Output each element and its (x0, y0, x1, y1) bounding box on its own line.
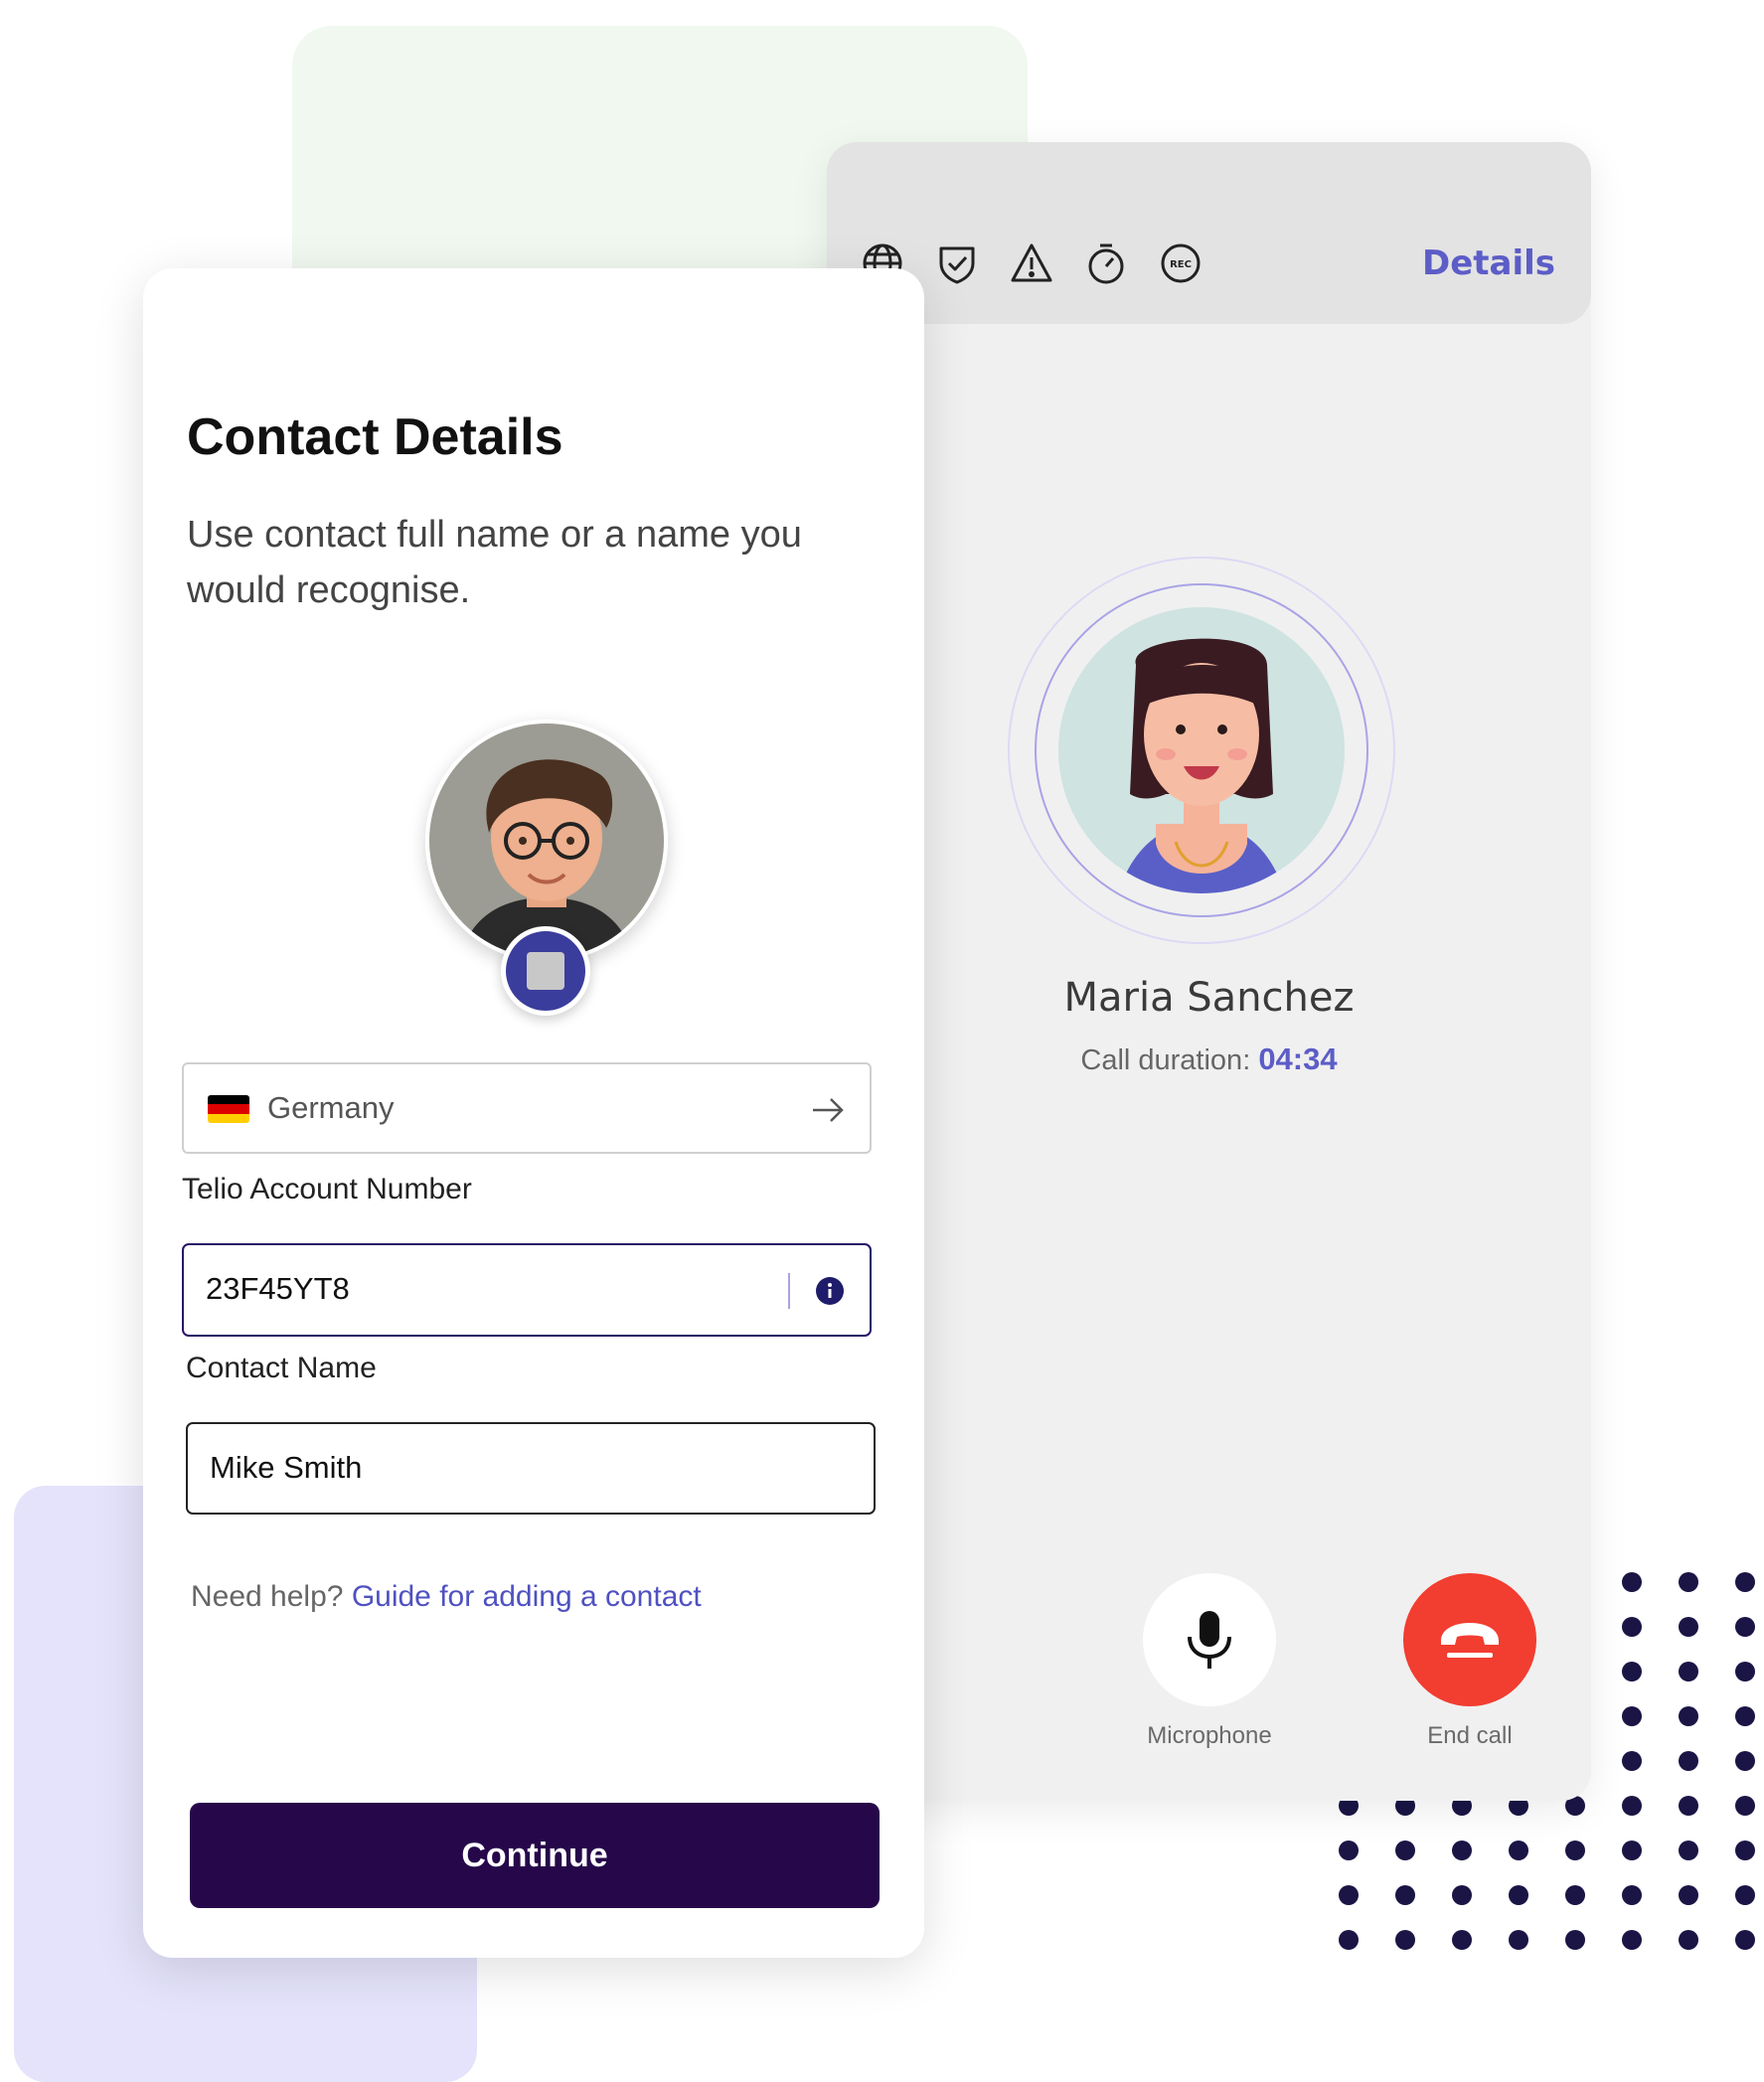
rec-icon-text: REC (1170, 259, 1192, 270)
microphone-button[interactable] (1143, 1573, 1276, 1706)
decorative-dot (1622, 1706, 1642, 1726)
decorative-dot (1339, 1841, 1359, 1860)
account-number-value: 23F45YT8 (206, 1271, 350, 1306)
decorative-dot (1735, 1751, 1755, 1771)
text-caret (788, 1273, 790, 1309)
help-text: Need help? Guide for adding a contact (191, 1580, 702, 1614)
decorative-dot (1565, 1885, 1585, 1905)
call-duration-value: 04:34 (1258, 1041, 1338, 1076)
account-number-label: Telio Account Number (182, 1173, 472, 1205)
country-select[interactable]: Germany (182, 1062, 872, 1154)
end-call-icon (1441, 1623, 1499, 1658)
decorative-dot (1565, 1930, 1585, 1950)
decorative-dot (1622, 1796, 1642, 1816)
warning-icon[interactable] (1010, 241, 1053, 285)
decorative-dot (1735, 1796, 1755, 1816)
rec-icon[interactable]: REC (1159, 241, 1203, 285)
caller-name: Maria Sanchez (1063, 975, 1355, 1021)
decorative-dot (1509, 1841, 1528, 1860)
decorative-dot (1679, 1930, 1698, 1950)
help-prefix: Need help? (191, 1580, 344, 1613)
contact-name-value: Mike Smith (210, 1450, 363, 1485)
decorative-dot (1509, 1930, 1528, 1950)
arrow-right-icon (813, 1098, 844, 1122)
decorative-dot (1735, 1617, 1755, 1637)
microphone-icon (1188, 1611, 1231, 1669)
timer-icon[interactable] (1084, 241, 1128, 285)
decorative-dot (1509, 1885, 1528, 1905)
decorative-dot (1395, 1885, 1415, 1905)
contact-name-label: Contact Name (186, 1352, 377, 1384)
end-call-button[interactable] (1403, 1573, 1536, 1706)
caller-avatar (1007, 556, 1396, 945)
contact-name-input[interactable]: Mike Smith (186, 1422, 876, 1515)
decorative-dot (1735, 1706, 1755, 1726)
germany-flag-icon (208, 1095, 249, 1123)
image-placeholder-icon (527, 952, 564, 990)
decorative-dot (1339, 1885, 1359, 1905)
account-number-input[interactable]: 23F45YT8 (182, 1243, 872, 1337)
end-call-label: End call (1427, 1722, 1513, 1749)
decorative-dot (1735, 1930, 1755, 1950)
decorative-dot (1622, 1617, 1642, 1637)
decorative-dot (1735, 1572, 1755, 1592)
decorative-dot (1622, 1662, 1642, 1682)
decorative-dot (1679, 1662, 1698, 1682)
decorative-dot (1679, 1572, 1698, 1592)
decorative-dot (1679, 1885, 1698, 1905)
decorative-dot (1679, 1617, 1698, 1637)
details-link[interactable]: Details (1422, 243, 1555, 283)
decorative-dot (1452, 1841, 1472, 1860)
decorative-dot (1735, 1885, 1755, 1905)
decorative-dot (1679, 1841, 1698, 1860)
call-duration-label: Call duration: (1080, 1044, 1251, 1076)
decorative-dot (1395, 1841, 1415, 1860)
guide-link[interactable]: Guide for adding a contact (352, 1580, 702, 1613)
microphone-label: Microphone (1147, 1722, 1272, 1749)
call-status-bar: REC Details (827, 142, 1591, 324)
page-subtitle: Use contact full name or a name you woul… (187, 514, 802, 611)
decorative-dot (1735, 1662, 1755, 1682)
decorative-dot (1452, 1930, 1472, 1950)
decorative-dot (1679, 1706, 1698, 1726)
call-duration: Call duration: 04:34 (827, 1041, 1591, 1077)
decorative-dot (1679, 1751, 1698, 1771)
decorative-dot (1679, 1796, 1698, 1816)
page-title: Contact Details (187, 408, 563, 466)
decorative-dot (1622, 1885, 1642, 1905)
decorative-dot (1395, 1930, 1415, 1950)
decorative-dot (1622, 1751, 1642, 1771)
avatar-edit-button[interactable] (501, 926, 590, 1016)
decorative-dot (1452, 1885, 1472, 1905)
decorative-dot (1622, 1930, 1642, 1950)
contact-details-form: Contact Details Use contact full name or… (143, 268, 924, 1958)
decorative-dot (1735, 1841, 1755, 1860)
continue-button[interactable]: Continue (190, 1803, 880, 1908)
decorative-dot (1339, 1930, 1359, 1950)
decorative-dot (1565, 1841, 1585, 1860)
call-screen: REC Details Maria Sanchez Call duration:… (827, 142, 1591, 1801)
country-value: Germany (267, 1090, 395, 1125)
decorative-dot (1622, 1572, 1642, 1592)
info-icon[interactable] (816, 1277, 844, 1305)
shield-check-icon[interactable] (935, 241, 979, 285)
decorative-dot (1622, 1841, 1642, 1860)
